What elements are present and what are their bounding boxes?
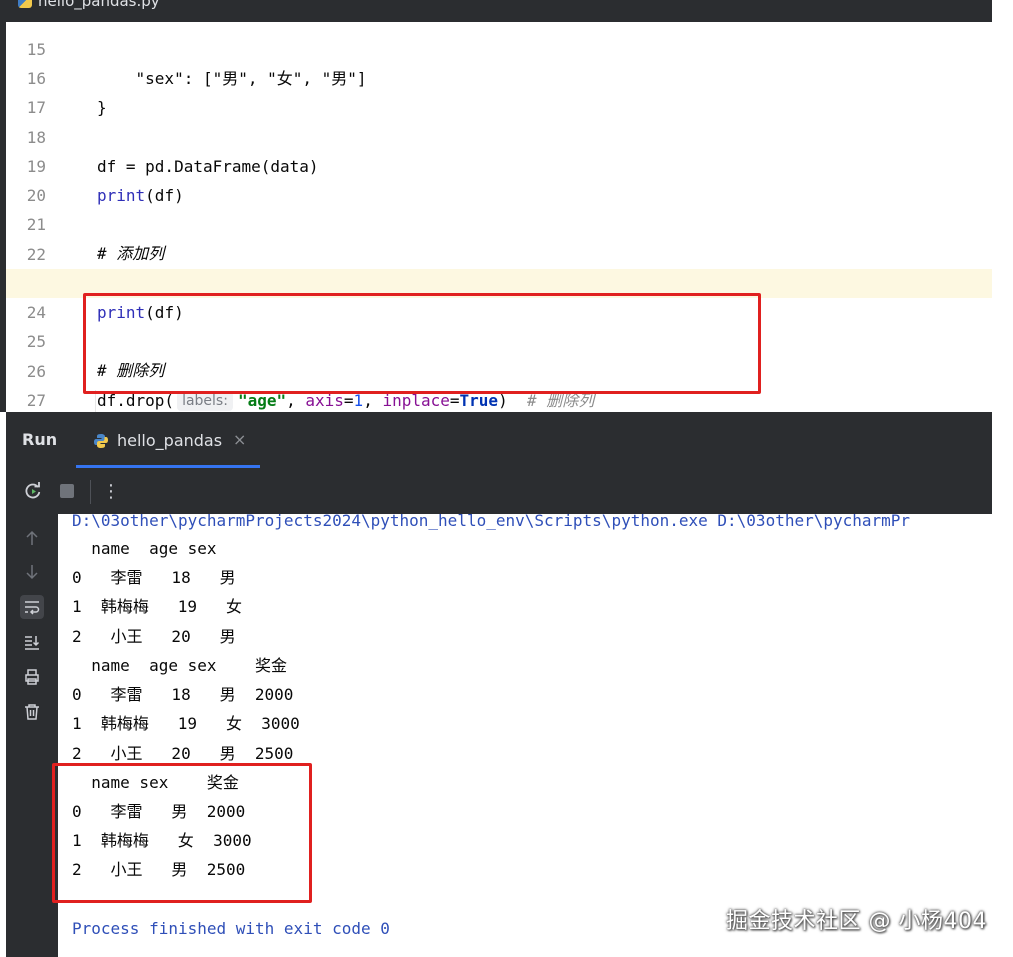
stop-icon	[60, 484, 74, 498]
print-button[interactable]	[20, 665, 44, 689]
printer-icon	[25, 669, 39, 685]
run-tab-hello-pandas[interactable]: hello_pandas ×	[76, 412, 260, 468]
run-toolbar: ⋮	[6, 468, 992, 514]
highlight-box-code	[83, 293, 761, 394]
arrow-up-icon	[26, 530, 38, 545]
scroll-to-end-icon	[25, 636, 40, 650]
console-command-line: D:\03other\pycharmProjects2024\python_he…	[72, 514, 911, 530]
more-options-button[interactable]: ⋮	[100, 480, 122, 502]
highlight-box-output	[52, 763, 312, 903]
parameter-inlay-hint: labels:	[177, 391, 233, 411]
code-line[interactable]: 20	[6, 152, 992, 205]
scroll-down-button[interactable]	[20, 560, 44, 584]
table2-header: name age sex 奖金	[72, 656, 288, 675]
code-line[interactable]: 23 print(df)	[6, 240, 992, 322]
code-line[interactable]: 16 }	[6, 35, 992, 117]
watermark: 掘金技术社区 @ 小杨404	[726, 909, 987, 934]
code-line[interactable]: 15 "sex": ["男", "女", "男"]	[6, 6, 992, 88]
table1-row: 1 韩梅梅 19 女	[72, 597, 242, 616]
close-icon[interactable]: ×	[233, 430, 246, 449]
code-line[interactable]: 21 # 添加列	[6, 181, 992, 263]
python-icon	[94, 434, 108, 448]
scroll-to-end-button[interactable]	[20, 630, 44, 654]
soft-wrap-button[interactable]	[20, 595, 44, 619]
code-line[interactable]: 17	[6, 64, 992, 117]
toolbar-separator	[90, 480, 91, 504]
soft-wrap-icon	[25, 601, 40, 615]
code-editor[interactable]: hello_pandas.py 15 "sex": ["男", "女", "男"…	[0, 0, 992, 412]
run-tool-window-header: Run hello_pandas ×	[6, 412, 992, 468]
table1-header: name age sex	[72, 539, 217, 558]
run-tab-label: hello_pandas	[117, 431, 223, 450]
rerun-button[interactable]	[22, 480, 44, 502]
rerun-icon	[25, 482, 41, 499]
code-line[interactable]: 19 print(df)	[6, 123, 992, 205]
run-title: Run	[22, 430, 58, 449]
scroll-up-button[interactable]	[20, 526, 44, 550]
trash-icon	[25, 704, 39, 720]
stop-button[interactable]	[56, 480, 78, 502]
clear-all-button[interactable]	[20, 700, 44, 724]
table1-row: 2 小王 20 男	[72, 627, 236, 646]
page-margin	[992, 0, 1013, 957]
table1-row: 0 李雷 18 男	[72, 568, 236, 587]
code-line[interactable]: 18 df = pd.DataFrame(data)	[6, 94, 992, 176]
line-number: 27	[26, 391, 46, 410]
table2-row: 1 韩梅梅 19 女 3000	[72, 714, 300, 733]
code-line[interactable]: 22 df["奖金"] = [2000, 3000, 2500] # 添加新列	[6, 211, 992, 293]
process-exit-message: Process finished with exit code 0	[72, 919, 390, 938]
console-side-toolbar	[6, 514, 58, 957]
arrow-down-icon	[26, 565, 38, 580]
table2-row: 0 李雷 18 男 2000	[72, 685, 294, 704]
